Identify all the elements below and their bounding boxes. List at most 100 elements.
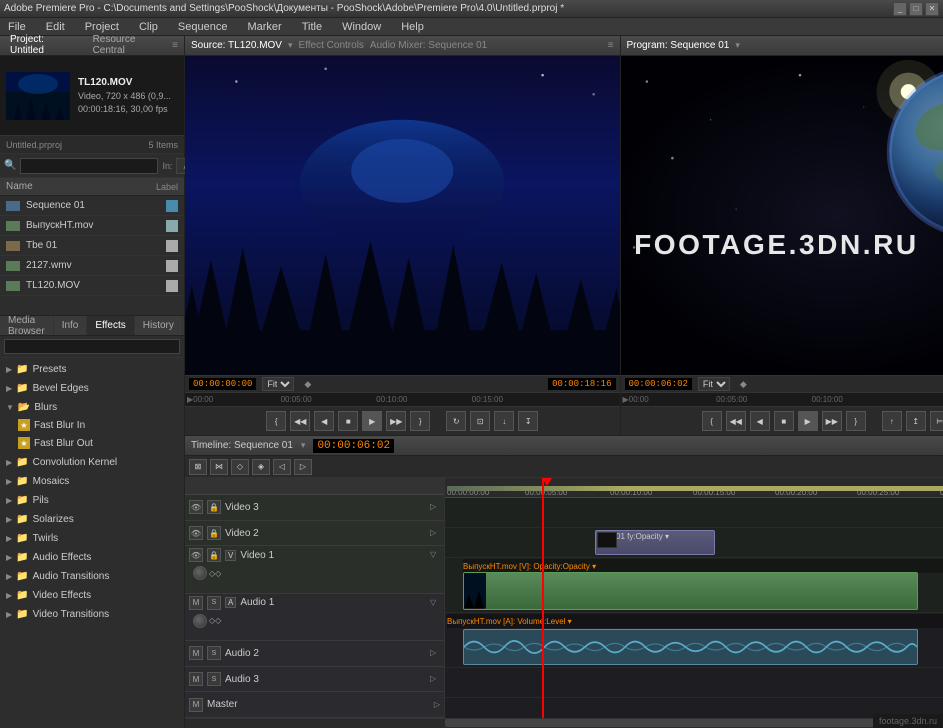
effect-category-header[interactable]: ▶ 📁 Mosaics (2, 472, 182, 490)
track-lane-video2[interactable]: Title 01 fy:Opacity ▾ (445, 528, 943, 558)
tab-effect-controls[interactable]: Effect Controls (299, 40, 364, 51)
track-solo-toggle[interactable]: S (207, 672, 221, 686)
btn-overwrite[interactable]: ↧ (518, 411, 538, 431)
track-mute-toggle[interactable]: M (189, 672, 203, 686)
list-item[interactable]: 2127.wmv (0, 256, 184, 276)
project-search-input[interactable] (20, 158, 158, 174)
tab-project[interactable]: Project: Untitled (6, 34, 83, 57)
btn-snap[interactable]: ⊠ (189, 459, 207, 475)
btn-go-to-prev[interactable]: ◁ (273, 459, 291, 475)
track-visibility-toggle[interactable]: 👁 (189, 548, 203, 562)
work-area-bar[interactable] (447, 486, 943, 491)
list-item[interactable]: TL120.MOV (0, 276, 184, 296)
track-lane-video1[interactable]: ВыпускHT.mov [V]: Opacity:Opacity ▾ (445, 558, 943, 613)
track-lane-audio3[interactable] (445, 698, 943, 718)
menu-marker[interactable]: Marker (243, 21, 285, 33)
btn-trim-in[interactable]: ⊨ (930, 411, 943, 431)
track-sync-lock[interactable]: A (225, 597, 236, 608)
timeline-menu[interactable]: ▾ (301, 440, 306, 451)
program-tab-dropdown[interactable]: ▾ (735, 40, 740, 51)
source-timecode-out[interactable]: 00:00:18:16 (548, 378, 615, 390)
effect-category-header[interactable]: ▶ 📁 Bevel Edges (2, 379, 182, 397)
btn-mark-in-prog[interactable]: { (702, 411, 722, 431)
btn-insert[interactable]: ↓ (494, 411, 514, 431)
effect-category-header[interactable]: ▶ 📁 Pils (2, 491, 182, 509)
effect-category-header[interactable]: ▶ 📁 Solarizes (2, 510, 182, 528)
btn-go-to-next[interactable]: ▷ (294, 459, 312, 475)
track-lock-toggle[interactable]: 🔒 (207, 526, 221, 540)
track-sync-lock[interactable]: V (225, 550, 236, 561)
menu-title[interactable]: Title (298, 21, 326, 33)
track-lock-toggle[interactable]: 🔒 (207, 500, 221, 514)
track-visibility-toggle[interactable]: 👁 (189, 526, 203, 540)
tab-program[interactable]: Program: Sequence 01 (627, 40, 730, 51)
source-timecode-in[interactable]: 00:00:00:00 (189, 378, 256, 390)
btn-stop-prog[interactable]: ■ (774, 411, 794, 431)
btn-step-back-prog[interactable]: ◀◀ (726, 411, 746, 431)
btn-lift[interactable]: ↑ (882, 411, 902, 431)
tab-history[interactable]: History (135, 316, 183, 335)
track-volume-knob[interactable] (193, 614, 207, 628)
btn-step-back[interactable]: ◀◀ (290, 411, 310, 431)
track-mute-toggle[interactable]: M (189, 596, 203, 610)
timeline-horizontal-scrollbar[interactable] (185, 718, 943, 728)
btn-play-reverse-prog[interactable]: ◀ (750, 411, 770, 431)
menu-file[interactable]: File (4, 21, 30, 33)
menu-clip[interactable]: Clip (135, 21, 162, 33)
h-scroll-thumb[interactable] (445, 719, 943, 727)
btn-step-forward[interactable]: ▶▶ (386, 411, 406, 431)
project-panel-close[interactable]: ≡ (172, 40, 178, 51)
track-collapse-btn[interactable]: ▷ (430, 502, 440, 512)
effects-search-input[interactable] (4, 339, 180, 354)
effect-subcategory[interactable]: ★ Fast Blur Out (2, 434, 182, 452)
track-collapse-btn[interactable]: ▽ (430, 598, 440, 608)
menu-sequence[interactable]: Sequence (174, 21, 232, 33)
track-collapse-btn[interactable]: ▷ (430, 528, 440, 538)
track-solo-toggle[interactable]: S (207, 596, 221, 610)
effect-category-header[interactable]: ▼ 📂 Blurs (2, 398, 182, 416)
btn-add-num-marker[interactable]: ◈ (252, 459, 270, 475)
menu-edit[interactable]: Edit (42, 21, 69, 33)
btn-add-marker[interactable]: ◇ (231, 459, 249, 475)
tab-audio-mixer[interactable]: Audio Mixer: Sequence 01 (370, 40, 487, 51)
btn-play-prog[interactable]: ▶ (798, 411, 818, 431)
source-tab-dropdown[interactable]: ▾ (288, 40, 293, 51)
tab-info[interactable]: Info (54, 316, 88, 335)
btn-mark-out[interactable]: } (410, 411, 430, 431)
track-solo-toggle[interactable]: S (207, 646, 221, 660)
track-mute-toggle[interactable]: M (189, 646, 203, 660)
maximize-button[interactable]: □ (909, 2, 923, 16)
effect-category-header[interactable]: ▶ 📁 Convolution Kernel (2, 453, 182, 471)
effect-category-header[interactable]: ▶ 📁 Video Effects (2, 586, 182, 604)
master-expand[interactable]: ▷ (434, 700, 440, 709)
close-button[interactable]: ✕ (925, 2, 939, 16)
tab-resource-central[interactable]: Resource Central (89, 34, 173, 57)
track-mute-toggle[interactable]: M (189, 698, 203, 712)
list-item[interactable]: Sequence 01 (0, 196, 184, 216)
tab-effects[interactable]: Effects (87, 316, 134, 335)
effect-category-header[interactable]: ▶ 📁 Presets (2, 360, 182, 378)
menu-project[interactable]: Project (81, 21, 123, 33)
program-fit-dropdown[interactable]: Fit (698, 377, 730, 391)
track-collapse-btn[interactable]: ▷ (430, 648, 440, 658)
btn-mark-out-prog[interactable]: } (846, 411, 866, 431)
source-fit-dropdown[interactable]: Fit (262, 377, 294, 391)
track-collapse-btn[interactable]: ▽ (430, 550, 440, 560)
effect-subcategory[interactable]: ★ Fast Blur In (2, 416, 182, 434)
timeline-timecode[interactable]: 00:00:06:02 (313, 439, 394, 453)
video-clip-main[interactable] (463, 572, 918, 610)
effect-category-header[interactable]: ▶ 📁 Video Transitions (2, 605, 182, 623)
menu-help[interactable]: Help (397, 21, 428, 33)
list-item[interactable]: Tbe 01 (0, 236, 184, 256)
menu-window[interactable]: Window (338, 21, 385, 33)
btn-safe[interactable]: ⊡ (470, 411, 490, 431)
audio-clip-main[interactable] (463, 629, 918, 665)
btn-play-reverse[interactable]: ◀ (314, 411, 334, 431)
video-clip-title[interactable]: Title 01 fy:Opacity ▾ (595, 530, 715, 555)
track-lock-toggle[interactable]: 🔒 (207, 548, 221, 562)
btn-extract[interactable]: ↥ (906, 411, 926, 431)
track-lane-audio2[interactable] (445, 668, 943, 698)
effect-category-header[interactable]: ▶ 📁 Twirls (2, 529, 182, 547)
track-visibility-toggle[interactable]: 👁 (189, 500, 203, 514)
tab-source[interactable]: Source: TL120.MOV (191, 40, 282, 51)
